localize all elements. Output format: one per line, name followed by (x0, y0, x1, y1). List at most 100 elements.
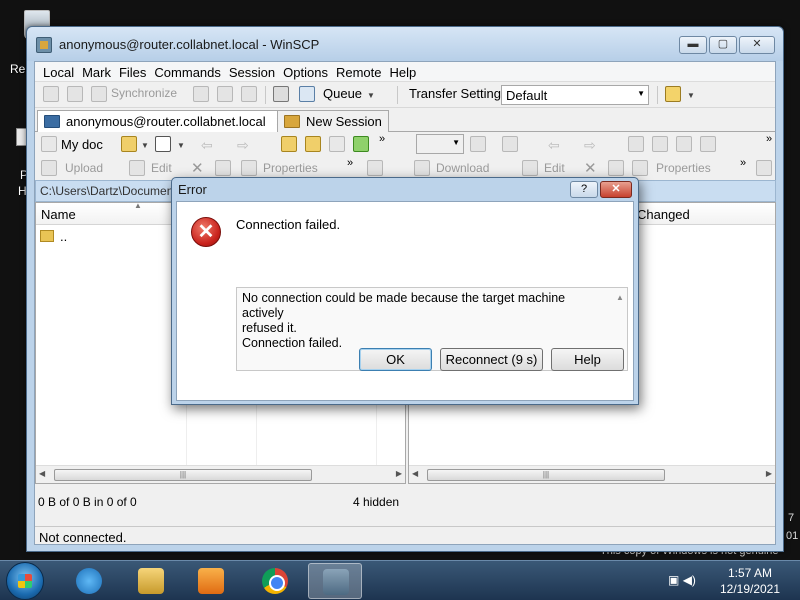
remote-directory-select[interactable]: ▼ (416, 134, 464, 154)
refresh-icon[interactable] (353, 136, 369, 152)
transfer-settings-select[interactable]: Default ▼ (501, 85, 649, 105)
upload-button[interactable]: Upload (65, 161, 103, 175)
remote-refresh-icon[interactable] (700, 136, 716, 152)
download-button[interactable]: Download (436, 161, 489, 175)
synchronize-icon[interactable] (91, 86, 107, 102)
ok-button[interactable]: OK (359, 348, 432, 371)
title-bar[interactable]: anonymous@router.collabnet.local - WinSC… (27, 27, 783, 61)
preferences-dropdown-arrow-icon[interactable]: ▼ (687, 91, 695, 100)
menu-options[interactable]: Options (279, 62, 332, 81)
help-button[interactable]: Help (551, 348, 624, 371)
queue-button[interactable]: Queue (323, 86, 362, 101)
sync-browse-icon[interactable] (67, 86, 83, 102)
maximize-button[interactable]: ▢ (709, 36, 737, 54)
scroll-thumb[interactable]: ||| (427, 469, 665, 481)
remote-properties-button[interactable]: Properties (656, 161, 711, 175)
taskbar-explorer[interactable] (124, 563, 178, 599)
queue-dropdown-arrow-icon[interactable]: ▼ (367, 91, 375, 100)
download-icon[interactable] (414, 160, 430, 176)
scroll-thumb[interactable]: ||| (54, 469, 312, 481)
menu-commands[interactable]: Commands (150, 62, 224, 81)
close-window-button[interactable]: ✕ (739, 36, 775, 54)
edit-button[interactable]: Edit (151, 161, 172, 175)
dialog-close-button[interactable]: ✕ (600, 181, 632, 198)
delete-icon[interactable]: ✕ (191, 159, 204, 177)
forward-icon[interactable]: ⇨ (237, 137, 249, 154)
putty-icon[interactable] (217, 86, 233, 102)
filter-icon[interactable] (155, 136, 171, 152)
console-icon[interactable] (193, 86, 209, 102)
find-files-icon[interactable] (241, 86, 257, 102)
tray-icons[interactable]: ▣ ◀) (668, 573, 696, 587)
remote-back-icon[interactable]: ⇦ (548, 137, 560, 154)
network-icon[interactable]: ▣ (668, 573, 679, 587)
menu-help[interactable]: Help (385, 62, 420, 81)
error-message: Connection failed. (236, 217, 341, 232)
remote-edit-icon[interactable] (522, 160, 538, 176)
clock[interactable]: 1:57 AM 12/19/2021 (714, 565, 786, 597)
taskbar-media-player[interactable] (184, 563, 238, 599)
reconnect-button[interactable]: Reconnect (9 s) (440, 348, 543, 371)
synchronize-button[interactable]: Synchronize (111, 86, 177, 100)
remote-rename-icon[interactable] (608, 160, 624, 176)
minimize-button[interactable]: ▬ (679, 36, 707, 54)
new-item-icon[interactable] (367, 160, 383, 176)
rename-icon[interactable] (215, 160, 231, 176)
properties-button[interactable]: Properties (263, 161, 318, 175)
remote-edit-button[interactable]: Edit (544, 161, 565, 175)
remote-pane-toolbar: ▼ ⇦ ⇨ » (408, 132, 777, 158)
scroll-right-icon[interactable]: ▶ (396, 469, 402, 478)
dialog-help-title-button[interactable]: ? (570, 181, 598, 198)
taskbar-winscp[interactable] (308, 563, 362, 599)
menu-local[interactable]: Local (39, 62, 78, 81)
back-icon[interactable]: ⇦ (201, 137, 213, 154)
remote-filter-icon[interactable] (502, 136, 518, 152)
gear-icon[interactable] (273, 86, 289, 102)
local-commands-overflow-icon[interactable]: » (347, 157, 353, 169)
start-button[interactable] (6, 562, 44, 600)
remote-new-item-icon[interactable] (756, 160, 772, 176)
remote-properties-icon[interactable] (632, 160, 648, 176)
tab-new-session[interactable]: New Session (277, 110, 389, 132)
open-directory-dropdown-icon[interactable]: ▼ (141, 141, 149, 150)
column-changed[interactable]: Changed (637, 207, 690, 222)
menu-files[interactable]: Files (115, 62, 150, 81)
menu-remote[interactable]: Remote (332, 62, 386, 81)
queue-icon[interactable] (299, 86, 315, 102)
taskbar-chrome[interactable] (248, 563, 302, 599)
parent-directory-icon[interactable] (281, 136, 297, 152)
remote-parent-directory-icon[interactable] (628, 136, 644, 152)
clock-date: 12/19/2021 (719, 582, 781, 596)
remote-delete-icon[interactable]: ✕ (584, 159, 597, 177)
remote-home-icon[interactable] (676, 136, 692, 152)
tab-session[interactable]: anonymous@router.collabnet.local ✕ (37, 110, 294, 132)
edit-icon[interactable] (129, 160, 145, 176)
root-directory-icon[interactable] (305, 136, 321, 152)
properties-icon[interactable] (241, 160, 257, 176)
list-item[interactable]: .. (40, 229, 67, 244)
remote-forward-icon[interactable]: ⇨ (584, 137, 596, 154)
remote-open-directory-icon[interactable] (470, 136, 486, 152)
menu-mark[interactable]: Mark (78, 62, 115, 81)
remote-hscrollbar[interactable]: ◀ ||| ▶ (409, 465, 775, 483)
open-directory-icon[interactable] (121, 136, 137, 152)
remote-overflow-icon[interactable]: » (766, 133, 772, 145)
preferences-icon[interactable] (665, 86, 681, 102)
taskbar-internet-explorer[interactable] (62, 563, 116, 599)
scroll-right-icon[interactable]: ▶ (766, 469, 772, 478)
home-icon[interactable] (329, 136, 345, 152)
volume-icon[interactable]: ◀) (683, 573, 696, 587)
scroll-left-icon[interactable]: ◀ (39, 469, 45, 478)
local-overflow-icon[interactable]: » (379, 133, 385, 145)
local-drive-select[interactable]: My doc (61, 137, 103, 152)
upload-icon[interactable] (41, 160, 57, 176)
local-hscrollbar[interactable]: ◀ ||| ▶ (36, 465, 405, 483)
remote-commands-overflow-icon[interactable]: » (740, 157, 746, 169)
scroll-up-icon[interactable]: ▲ (616, 290, 624, 305)
column-name[interactable]: Name (41, 207, 76, 222)
filter-dropdown-icon[interactable]: ▼ (177, 141, 185, 150)
scroll-left-icon[interactable]: ◀ (412, 469, 418, 478)
menu-session[interactable]: Session (225, 62, 279, 81)
compare-directories-icon[interactable] (43, 86, 59, 102)
remote-root-directory-icon[interactable] (652, 136, 668, 152)
